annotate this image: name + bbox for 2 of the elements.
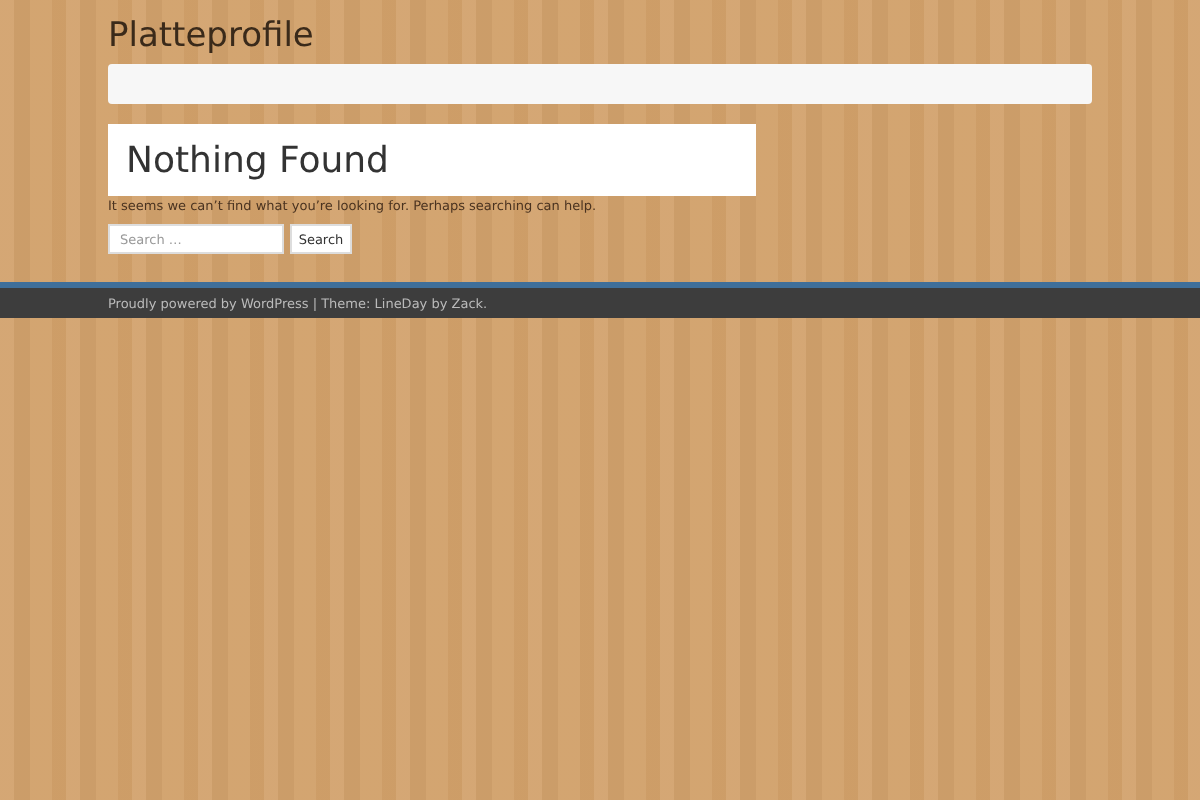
site-title[interactable]: Platteprofile: [108, 16, 1092, 60]
page-title: Nothing Found: [126, 139, 389, 181]
